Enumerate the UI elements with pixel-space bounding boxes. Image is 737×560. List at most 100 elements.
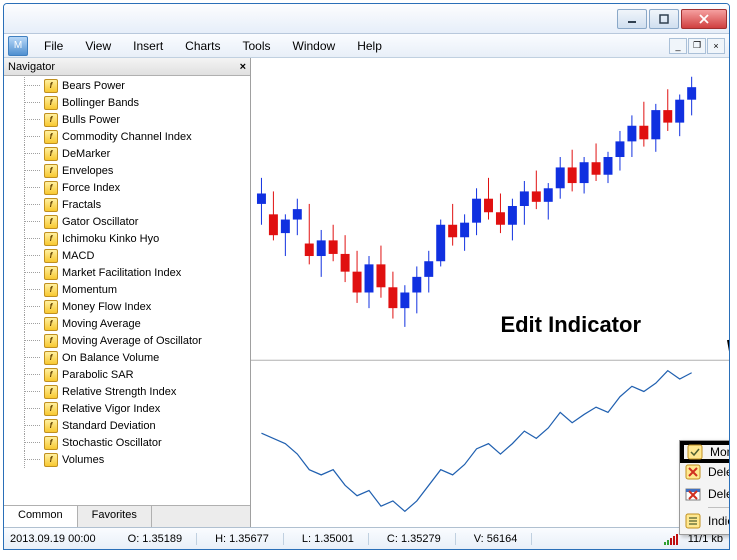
tree-item-label: Envelopes <box>62 165 113 177</box>
tree-item[interactable]: f On Balance Volume <box>4 349 250 366</box>
tree-item[interactable]: fParabolic SAR <box>4 366 250 383</box>
status-open: O: 1.35189 <box>114 533 197 545</box>
mdi-minimize-button[interactable]: _ <box>669 38 687 54</box>
indicators-list-icon <box>684 512 702 530</box>
indicator-icon: f <box>44 419 58 433</box>
tree-item-label: Parabolic SAR <box>62 369 134 381</box>
delete-window-icon <box>684 485 702 503</box>
tree-item-label: Market Facilitation Index <box>62 267 181 279</box>
menu-file[interactable]: File <box>34 37 73 55</box>
tree-item-label: Commodity Channel Index <box>62 131 192 143</box>
tree-item-label: Stochastic Oscillator <box>62 437 162 449</box>
ctx-delete-indicator-label: Delete Indicator <box>708 465 730 479</box>
indicator-icon: f <box>44 266 58 280</box>
menu-bar: M File View Insert Charts Tools Window H… <box>4 34 729 58</box>
tree-item[interactable]: fDeMarker <box>4 145 250 162</box>
title-bar <box>4 4 729 34</box>
indicator-icon: f <box>44 300 58 314</box>
status-low: L: 1.35001 <box>288 533 369 545</box>
tree-item-label: Force Index <box>62 182 120 194</box>
menu-insert[interactable]: Insert <box>123 37 173 55</box>
context-menu: Momentum(14) properties... Delete Indica… <box>679 440 730 535</box>
chart-canvas[interactable] <box>251 58 729 527</box>
tree-item[interactable]: fBulls Power <box>4 111 250 128</box>
indicator-icon: f <box>44 232 58 246</box>
app-icon: M <box>8 36 28 56</box>
navigator-title: Navigator <box>8 61 55 73</box>
tab-favorites[interactable]: Favorites <box>78 506 152 527</box>
ctx-properties[interactable]: Momentum(14) properties... <box>680 441 730 463</box>
status-high: H: 1.35677 <box>201 533 284 545</box>
tree-item[interactable]: f Relative Vigor Index <box>4 400 250 417</box>
tree-item-label: On Balance Volume <box>62 352 159 364</box>
ctx-properties-label: Momentum(14) properties... <box>710 445 730 459</box>
tree-item[interactable]: fMoving Average <box>4 315 250 332</box>
tree-item[interactable]: fMoney Flow Index <box>4 298 250 315</box>
tab-common[interactable]: Common <box>4 506 78 527</box>
tree-item[interactable]: f Envelopes <box>4 162 250 179</box>
tree-item[interactable]: f Market Facilitation Index <box>4 264 250 281</box>
tree-item-label: MACD <box>62 250 94 262</box>
tree-item[interactable]: fMomentum <box>4 281 250 298</box>
indicator-icon: f <box>44 334 58 348</box>
tree-item-label: Momentum <box>62 284 117 296</box>
mdi-restore-button[interactable]: ❐ <box>688 38 706 54</box>
indicator-icon: f <box>44 385 58 399</box>
workspace: Navigator × fBears PowerfBollinger Bands… <box>4 58 729 527</box>
tree-item-label: Volumes <box>62 454 104 466</box>
minimize-button[interactable] <box>617 9 647 29</box>
tree-item-label: Relative Strength Index <box>62 386 176 398</box>
indicator-icon: f <box>44 317 58 331</box>
tree-item[interactable]: fFractals <box>4 196 250 213</box>
tree-item[interactable]: fVolumes <box>4 451 250 468</box>
indicator-icon: f <box>44 96 58 110</box>
tree-item-label: Relative Vigor Index <box>62 403 160 415</box>
indicator-icon: f <box>44 113 58 127</box>
menu-view[interactable]: View <box>75 37 121 55</box>
status-close: C: 1.35279 <box>373 533 456 545</box>
tree-item[interactable]: fMACD <box>4 247 250 264</box>
tree-item[interactable]: f Force Index <box>4 179 250 196</box>
ctx-delete-window[interactable]: Delete Indicator Window <box>682 483 730 505</box>
navigator-close-icon[interactable]: × <box>240 61 246 73</box>
ctx-indicators-list-label: Indicators List <box>708 514 730 528</box>
indicator-icon: f <box>44 181 58 195</box>
indicator-icon: f <box>44 436 58 450</box>
ctx-indicators-list[interactable]: Indicators List Ctrl+I <box>682 510 730 532</box>
ctx-delete-indicator[interactable]: Delete Indicator <box>682 461 730 483</box>
indicator-icon: f <box>44 79 58 93</box>
indicator-icon: f <box>44 351 58 365</box>
navigator-header: Navigator × <box>4 58 250 76</box>
ctx-separator <box>708 507 730 508</box>
tree-item-label: Gator Oscillator <box>62 216 138 228</box>
navigator-tree[interactable]: fBears PowerfBollinger BandsfBulls Power… <box>4 76 250 505</box>
mdi-close-button[interactable]: × <box>707 38 725 54</box>
tree-item[interactable]: fBears Power <box>4 77 250 94</box>
tree-item[interactable]: f Stochastic Oscillator <box>4 434 250 451</box>
maximize-button[interactable] <box>649 9 679 29</box>
indicator-icon: f <box>44 164 58 178</box>
status-volume: V: 56164 <box>460 533 533 545</box>
close-button[interactable] <box>681 9 727 29</box>
indicator-icon: f <box>44 402 58 416</box>
status-datetime: 2013.09.19 00:00 <box>10 533 110 545</box>
indicator-icon: f <box>44 198 58 212</box>
tree-item[interactable]: f Gator Oscillator <box>4 213 250 230</box>
tree-item[interactable]: fStandard Deviation <box>4 417 250 434</box>
menu-charts[interactable]: Charts <box>175 37 230 55</box>
menu-help[interactable]: Help <box>347 37 392 55</box>
navigator-panel: Navigator × fBears PowerfBollinger Bands… <box>4 58 251 527</box>
tree-item[interactable]: f Relative Strength Index <box>4 383 250 400</box>
tree-item[interactable]: f Moving Average of Oscillator <box>4 332 250 349</box>
chart-area[interactable]: Edit Indicator Momentum(14) properties..… <box>251 58 729 527</box>
connection-bars-icon <box>664 533 678 545</box>
indicator-icon: f <box>44 147 58 161</box>
tree-item[interactable]: fBollinger Bands <box>4 94 250 111</box>
tree-item[interactable]: fIchimoku Kinko Hyo <box>4 230 250 247</box>
indicator-icon: f <box>44 215 58 229</box>
menu-tools[interactable]: Tools <box>233 37 281 55</box>
menu-window[interactable]: Window <box>283 37 346 55</box>
tree-item[interactable]: fCommodity Channel Index <box>4 128 250 145</box>
tree-item-label: Moving Average of Oscillator <box>62 335 202 347</box>
delete-indicator-icon <box>684 463 702 481</box>
